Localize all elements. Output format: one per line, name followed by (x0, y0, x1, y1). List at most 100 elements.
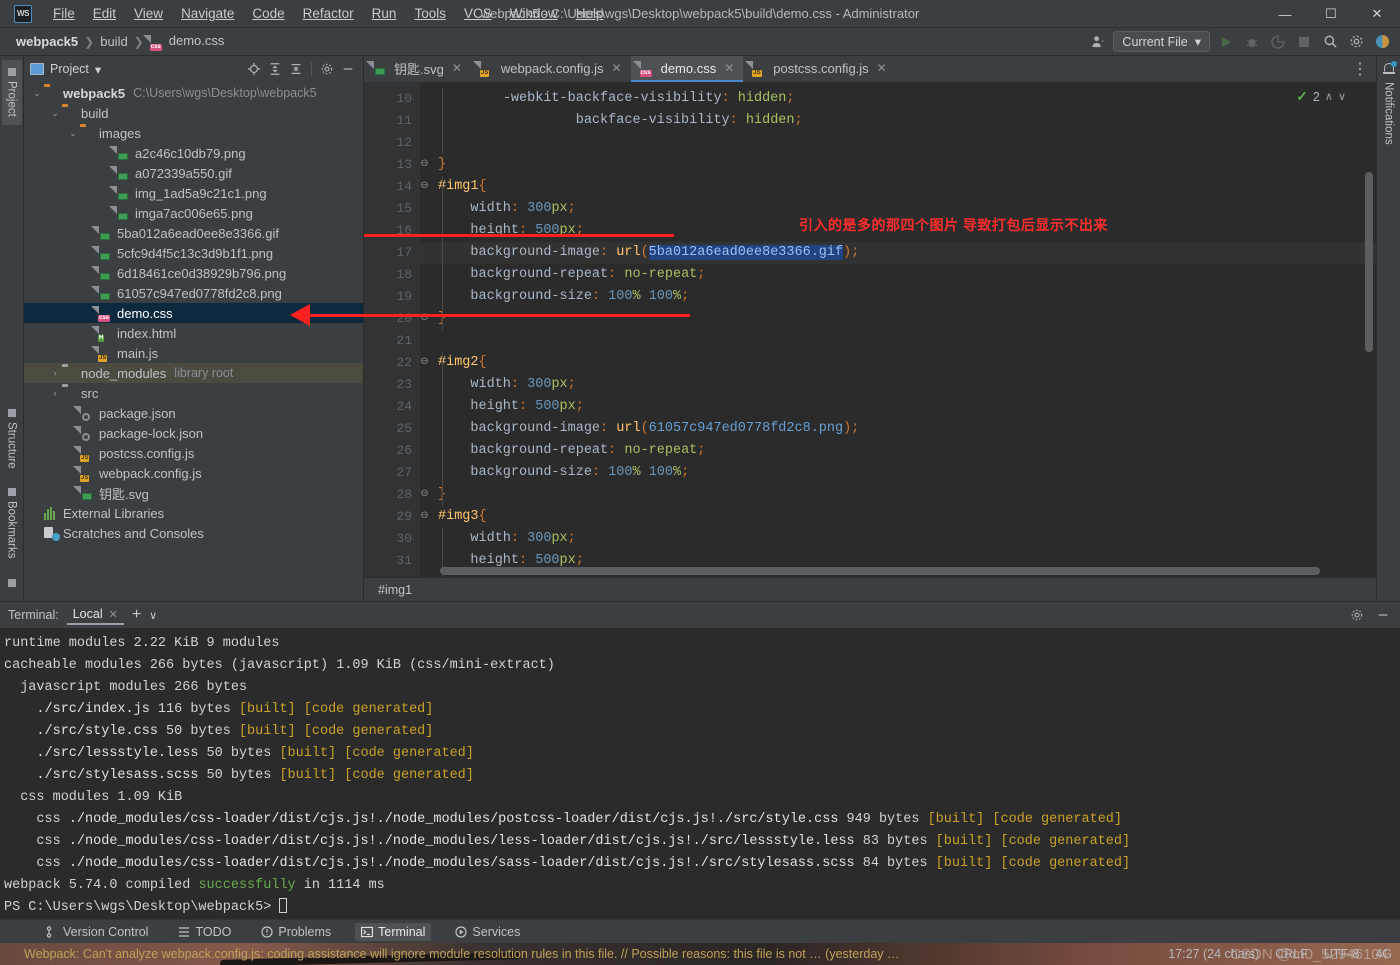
menu-refactor[interactable]: Refactor (294, 3, 363, 24)
code-line[interactable]: background-image: url(5ba012a6ead0ee8e33… (420, 242, 1376, 264)
tree-item[interactable]: JS main.js (24, 343, 363, 363)
menu-window[interactable]: Window (501, 3, 567, 24)
code-editor[interactable]: 10 11 12 13 ⊖ 14 ⊖ 15 16 17 18 19 20 ⊖ 21 22 ⊖ 23 24 25 26 27… (364, 82, 1376, 577)
tree-item[interactable]: ⌄ build (24, 103, 363, 123)
code-line[interactable]: background-repeat: no-repeat; (420, 264, 1376, 286)
editor-tab[interactable]: css demo.css ✕ (630, 56, 744, 82)
close-icon[interactable]: ✕ (724, 61, 734, 75)
code-line[interactable] (420, 132, 1376, 154)
settings-icon[interactable] (1348, 606, 1366, 624)
code-line[interactable]: #img2{ (420, 352, 1376, 374)
code-line[interactable]: background-image: url(61057c947ed0778fd2… (420, 418, 1376, 440)
editor-tab[interactable]: JS webpack.config.js ✕ (471, 56, 631, 82)
editor-vertical-scrollbar[interactable] (1365, 172, 1373, 352)
search-everywhere-icon[interactable] (1320, 32, 1340, 52)
menu-edit[interactable]: Edit (84, 3, 125, 24)
tree-twisty[interactable]: › (48, 388, 62, 398)
tree-item[interactable]: 5ba012a6ead0ee8e3366.gif (24, 223, 363, 243)
stop-icon[interactable] (1294, 32, 1314, 52)
select-opened-file-icon[interactable] (245, 60, 263, 78)
settings-icon[interactable] (318, 60, 336, 78)
tree-item[interactable]: External Libraries (24, 503, 363, 523)
tree-item[interactable]: img_1ad5a9c21c1.png (24, 183, 363, 203)
code-line[interactable]: background-size: 100% 100%; (420, 462, 1376, 484)
status-message[interactable]: Webpack: Can't analyze webpack.config.js… (24, 947, 904, 961)
terminal-add-button[interactable]: + (132, 606, 141, 624)
code-line[interactable]: #img3{ (420, 506, 1376, 528)
tree-item[interactable]: a2c46c10db79.png (24, 143, 363, 163)
rail-notifications-label[interactable]: Notifications (1383, 82, 1395, 145)
menu-file[interactable]: File (44, 3, 84, 24)
notifications-bell-icon[interactable] (1382, 61, 1397, 76)
code-line[interactable]: } (420, 308, 1376, 330)
run-configuration-selector[interactable]: Current File ▾ (1113, 31, 1210, 52)
code-line[interactable] (420, 330, 1376, 352)
inspection-widget[interactable]: ✓ 2 ∧ ∨ (1296, 88, 1346, 105)
editor-tabs-more[interactable]: ⋮ (1352, 56, 1376, 82)
tree-item[interactable]: 6d18461ce0d38929b796.png (24, 263, 363, 283)
run-icon[interactable] (1216, 32, 1236, 52)
terminal-dropdown-button[interactable]: ∨ (149, 609, 157, 622)
tree-twisty[interactable]: ⌄ (66, 128, 80, 138)
tree-item[interactable]: 5cfc9d4f5c13c3d9b1f1.png (24, 243, 363, 263)
rail-button-bookmarks[interactable]: Bookmarks (2, 480, 22, 567)
indent-setting[interactable]: 4G (1375, 947, 1392, 961)
tree-item[interactable]: Hindex.html (24, 323, 363, 343)
menu-code[interactable]: Code (243, 3, 293, 24)
line-separator[interactable]: CRLF (1275, 947, 1308, 961)
settings-icon[interactable] (1346, 32, 1366, 52)
tree-twisty[interactable]: ⌄ (48, 108, 62, 118)
tool-window-bar[interactable]: Version Control TODO Problems Terminal Servi… (0, 919, 1400, 943)
code-line[interactable]: } (420, 484, 1376, 506)
editor-horizontal-scrollbar[interactable] (440, 567, 1320, 575)
close-icon[interactable]: ✕ (612, 61, 622, 75)
tree-item[interactable]: JS postcss.config.js (24, 443, 363, 463)
tree-item[interactable]: 钥匙.svg (24, 483, 363, 503)
tree-item[interactable]: a072339a550.gif (24, 163, 363, 183)
menu-run[interactable]: Run (363, 3, 406, 24)
close-icon[interactable]: ✕ (452, 61, 462, 75)
tree-item[interactable]: Scratches and Consoles (24, 523, 363, 543)
tree-item[interactable]: › node_modules library root (24, 363, 363, 383)
terminal-output[interactable]: runtime modules 2.22 KiB 9 modules cachea… (0, 628, 1400, 919)
code-line[interactable]: background-repeat: no-repeat; (420, 440, 1376, 462)
breadcrumb-file[interactable]: css demo.css (146, 32, 229, 51)
tree-item[interactable]: › src (24, 383, 363, 403)
tree-item[interactable]: imga7ac006e65.png (24, 203, 363, 223)
project-panel-title[interactable]: Project ▾ (30, 62, 101, 77)
tree-twisty[interactable]: ⌄ (30, 88, 44, 98)
hide-icon[interactable] (1374, 606, 1392, 624)
tree-item[interactable]: 61057c947ed0778fd2c8.png (24, 283, 363, 303)
menu-tools[interactable]: Tools (405, 3, 455, 24)
tree-twisty[interactable]: › (48, 368, 62, 378)
toolwindow-button-terminal[interactable]: Terminal (355, 922, 432, 941)
tree-item[interactable]: css demo.css (24, 303, 363, 323)
editor-breadcrumb[interactable]: #img1 (364, 577, 1376, 601)
code-line[interactable]: } (420, 154, 1376, 176)
minimize-button[interactable]: — (1262, 0, 1308, 28)
tree-item[interactable]: ⌄ webpack5 C:\Users\wgs\Desktop\webpack5 (24, 83, 363, 103)
code-line[interactable]: background-size: 100% 100%; (420, 286, 1376, 308)
hide-icon[interactable] (339, 60, 357, 78)
menu-view[interactable]: View (125, 3, 172, 24)
editor-tab[interactable]: JS postcss.config.js ✕ (743, 56, 895, 82)
rail-button-layout[interactable] (4, 571, 20, 595)
close-icon[interactable]: ✕ (109, 608, 118, 621)
terminal-tab-local[interactable]: Local ✕ (66, 605, 124, 625)
collapse-all-icon[interactable] (287, 60, 305, 78)
tree-item[interactable]: package.json (24, 403, 363, 423)
rail-button-project[interactable]: Project (1, 60, 22, 125)
caret-position[interactable]: 17:27 (24 chars) (1168, 947, 1259, 961)
breadcrumb-project[interactable]: webpack5 (12, 33, 82, 50)
code-line[interactable]: -webkit-backface-visibility: hidden; (420, 88, 1376, 110)
toolwindow-button-services[interactable]: Services (449, 923, 526, 941)
debug-icon[interactable] (1242, 32, 1262, 52)
project-tree[interactable]: ⌄ webpack5 C:\Users\wgs\Desktop\webpack5 ⌄ b… (24, 82, 363, 601)
code-line[interactable]: width: 300px; (420, 528, 1376, 550)
editor-tabs[interactable]: 钥匙.svg ✕ JS webpack.config.js ✕ css demo.css ✕ J… (364, 56, 1376, 82)
expand-all-icon[interactable] (266, 60, 284, 78)
rail-button-structure[interactable]: Structure (2, 401, 22, 477)
toolwindow-button-version-control[interactable]: Version Control (40, 923, 154, 941)
file-encoding[interactable]: UTF-8 (1324, 947, 1359, 961)
breadcrumb-build[interactable]: build (96, 33, 131, 50)
